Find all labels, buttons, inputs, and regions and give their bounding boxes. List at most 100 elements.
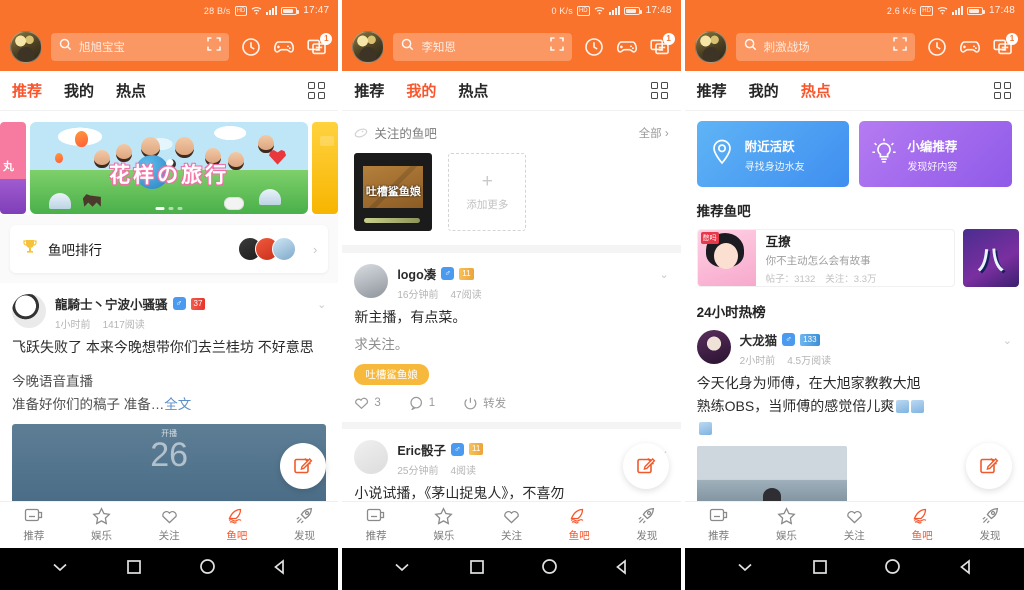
- post-more-caret-1[interactable]: ⌄: [317, 296, 326, 311]
- search-bar-2[interactable]: 李知恩: [393, 32, 572, 61]
- promo-card-nearby[interactable]: 附近活跃 寻找身边水友: [696, 121, 850, 188]
- banner-carousel-1[interactable]: 花样の旅行: [0, 111, 339, 216]
- fish-bar-ranking-card[interactable]: 鱼吧排行 ›: [10, 225, 329, 274]
- nav-item-discover-1[interactable]: 发现: [271, 507, 339, 543]
- banner-main-1[interactable]: 花样の旅行: [30, 122, 309, 215]
- recommended-bar-card-next[interactable]: [962, 229, 1019, 288]
- tab-mine-2[interactable]: 我的: [406, 80, 436, 101]
- post-author-2b[interactable]: Eric骰子: [397, 440, 446, 459]
- followed-bar-card[interactable]: 吐槽鲨鱼娘: [354, 153, 433, 231]
- nav-item-follow-2[interactable]: 关注: [478, 507, 546, 543]
- comment-action-2a[interactable]: 1: [409, 396, 435, 410]
- qr-scan-icon-3[interactable]: [893, 37, 907, 56]
- back-icon-1[interactable]: [272, 558, 288, 580]
- hide-keyboard-icon-1[interactable]: [50, 560, 70, 579]
- search-input-3[interactable]: 刺激战场: [764, 39, 886, 55]
- tab-hot-3[interactable]: 热点: [801, 80, 831, 101]
- grid-menu-icon-2[interactable]: [650, 81, 669, 100]
- chevron-right-icon-rank[interactable]: ›: [313, 242, 317, 257]
- nav-item-discover-3[interactable]: 发现: [956, 507, 1024, 543]
- promo-card-editor[interactable]: 小编推荐 发现好内容: [859, 121, 1012, 188]
- nav-item-entertainment-3[interactable]: 娱乐: [753, 507, 821, 543]
- nav-item-recommend-1[interactable]: 推荐: [0, 507, 68, 543]
- recommended-bar-card[interactable]: 憋吗 互撩 你不主动怎么会有故事 帖子：3132 关注：3.3万: [696, 229, 955, 288]
- hide-keyboard-icon-2[interactable]: [392, 560, 412, 579]
- nav-item-follow-3[interactable]: 关注: [820, 507, 888, 543]
- history-clock-icon-1[interactable]: [240, 36, 262, 58]
- nav-item-recommend-2[interactable]: 推荐: [342, 507, 410, 543]
- search-bar-1[interactable]: 旭旭宝宝: [51, 32, 230, 61]
- post-more-caret-3[interactable]: ⌄: [1003, 332, 1012, 347]
- post-author-2a[interactable]: logo凑: [397, 264, 436, 283]
- tab-mine-1[interactable]: 我的: [64, 80, 94, 101]
- avatar-3[interactable]: [694, 30, 727, 63]
- tab-hot-2[interactable]: 热点: [458, 80, 488, 101]
- messages-icon-1[interactable]: 1: [306, 32, 333, 58]
- nav-item-discover-2[interactable]: 发现: [613, 507, 681, 543]
- gamepad-icon-3[interactable]: [959, 36, 981, 58]
- nav-item-follow-1[interactable]: 关注: [135, 507, 203, 543]
- add-more-bars-button[interactable]: + 添加更多: [448, 153, 527, 231]
- post-image-1[interactable]: 开播 26: [12, 423, 327, 501]
- feed-post-2a[interactable]: logo凑 ♂ 11 ⌄ 16分钟前 47阅读 新主播，有点菜。 求关注。 吐槽…: [342, 253, 681, 422]
- home-icon-3[interactable]: [884, 558, 901, 580]
- recents-icon-3[interactable]: [812, 559, 828, 580]
- qr-scan-icon-1[interactable]: [207, 37, 222, 56]
- banner-next-1[interactable]: [312, 122, 339, 215]
- post-tag-2a[interactable]: 吐槽鲨鱼娘: [354, 363, 429, 385]
- thumb-face: [713, 243, 738, 270]
- post-avatar-2a[interactable]: [354, 264, 389, 298]
- gamepad-icon-1[interactable]: [273, 36, 295, 58]
- post-photo-3[interactable]: [696, 445, 847, 501]
- compose-fab-3[interactable]: [965, 442, 1012, 489]
- read-full-link[interactable]: 全文: [164, 397, 191, 412]
- messages-icon-2[interactable]: 1: [649, 32, 675, 58]
- search-input-1[interactable]: 旭旭宝宝: [79, 39, 200, 55]
- share-action-2a[interactable]: 转发: [463, 395, 506, 411]
- recents-icon-1[interactable]: [126, 559, 142, 580]
- tab-recommend-2[interactable]: 推荐: [354, 80, 384, 101]
- tab-mine-3[interactable]: 我的: [749, 80, 779, 101]
- compose-fab-1[interactable]: [280, 442, 327, 489]
- grid-menu-icon-1[interactable]: [308, 81, 326, 100]
- nav-item-fishbar-2[interactable]: 鱼吧: [545, 507, 613, 543]
- banner-prev-1[interactable]: [0, 122, 26, 215]
- tab-bar-2: 推荐 我的 热点: [342, 71, 681, 111]
- avatar-2[interactable]: [352, 30, 385, 63]
- back-icon-3[interactable]: [958, 558, 974, 580]
- search-input-2[interactable]: 李知恩: [421, 39, 542, 55]
- emoji-icon-b: [911, 399, 925, 413]
- nav-item-recommend-3[interactable]: 推荐: [685, 507, 753, 543]
- home-icon-2[interactable]: [541, 558, 558, 580]
- tab-hot-1[interactable]: 热点: [116, 80, 146, 101]
- history-clock-icon-3[interactable]: [926, 36, 948, 58]
- post-avatar-3[interactable]: [696, 330, 731, 365]
- recents-icon-2[interactable]: [469, 559, 485, 580]
- hide-keyboard-icon-3[interactable]: [735, 560, 755, 579]
- tab-recommend-3[interactable]: 推荐: [697, 80, 727, 101]
- banner-dots-1[interactable]: [155, 207, 183, 211]
- search-bar-3[interactable]: 刺激战场: [735, 32, 915, 61]
- followed-bars-all-link[interactable]: 全部 ›: [639, 125, 669, 141]
- messages-icon-3[interactable]: 1: [992, 32, 1018, 58]
- post-more-caret-2a[interactable]: ⌄: [659, 266, 668, 281]
- nav-item-entertainment-2[interactable]: 娱乐: [410, 507, 478, 543]
- compose-fab-2[interactable]: [622, 442, 669, 489]
- gamepad-icon-2[interactable]: [616, 36, 638, 58]
- post-author-3[interactable]: 大龙猫: [740, 330, 778, 349]
- history-clock-icon-2[interactable]: [583, 36, 605, 58]
- post-header-3: 大龙猫 ♂ 133 ⌄ 2小时前 4.5万阅读: [696, 330, 1012, 367]
- qr-scan-icon-2[interactable]: [549, 37, 564, 56]
- nav-item-fishbar-1[interactable]: 鱼吧: [203, 507, 271, 543]
- tab-recommend-1[interactable]: 推荐: [12, 80, 42, 101]
- like-action-2a[interactable]: 3: [354, 396, 381, 410]
- grid-menu-icon-3[interactable]: [993, 81, 1012, 100]
- post-avatar-1[interactable]: [12, 294, 46, 329]
- post-author-1[interactable]: 龍騎士丶宁波小骚骚: [55, 294, 168, 313]
- post-avatar-2b[interactable]: [354, 439, 389, 474]
- home-icon-1[interactable]: [199, 558, 216, 580]
- back-icon-2[interactable]: [614, 558, 630, 580]
- avatar-1[interactable]: [10, 30, 42, 63]
- nav-item-fishbar-3[interactable]: 鱼吧: [888, 507, 956, 543]
- nav-item-entertainment-1[interactable]: 娱乐: [68, 507, 136, 543]
